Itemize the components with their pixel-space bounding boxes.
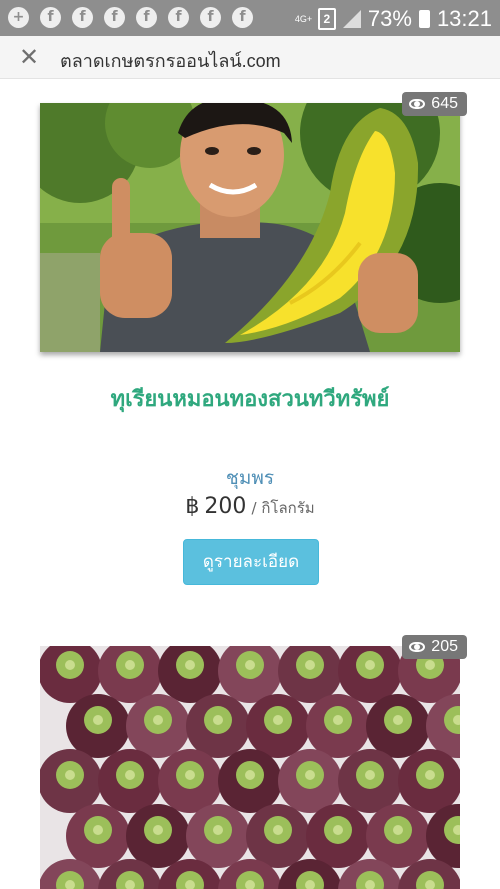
durian-photo: [40, 103, 460, 352]
eye-icon: [409, 642, 426, 652]
url-text[interactable]: ตลาดเกษตรกรออนไลน์.com: [60, 46, 281, 75]
price-value: 200: [204, 494, 247, 519]
product-price: ฿ 200 / กิโลกรัม: [0, 494, 500, 520]
battery-percent: 73%: [367, 6, 412, 31]
clock: 13:21: [436, 6, 492, 31]
product-title[interactable]: ทุเรียนหมอนทองสวนทวีทรัพย์: [0, 381, 500, 416]
signal-icon: [342, 10, 361, 28]
close-icon[interactable]: ✕: [16, 44, 42, 70]
notification-icons: + f f f f f f f: [8, 7, 253, 28]
facebook-icon: f: [232, 7, 253, 28]
mangosteen-photo: [40, 646, 460, 889]
product-image-durian[interactable]: [40, 103, 460, 352]
view-count-badge: 645: [402, 92, 467, 116]
browser-toolbar: ✕ ตลาดเกษตรกรออนไลน์.com: [0, 36, 500, 79]
status-bar: + f f f f f f f 4G+ 2 73% 13:21: [0, 0, 500, 36]
view-count: 645: [431, 95, 458, 112]
facebook-icon: f: [72, 7, 93, 28]
product-image-mangosteen[interactable]: [40, 646, 460, 889]
facebook-icon: f: [200, 7, 221, 28]
status-indicators: 4G+ 2 73% 13:21: [295, 6, 492, 32]
network-type: 4G+: [294, 13, 313, 24]
view-details-button[interactable]: ดูรายละเอียด: [183, 539, 319, 585]
view-count: 205: [431, 638, 458, 655]
facebook-icon: f: [104, 7, 125, 28]
battery-icon: [418, 10, 430, 28]
price-currency: ฿: [185, 494, 200, 519]
sim-icon: 2: [317, 8, 336, 30]
product-seller-location[interactable]: ชุมพร: [0, 463, 500, 493]
facebook-icon: f: [40, 7, 61, 28]
facebook-icon: f: [168, 7, 189, 28]
eye-icon: [409, 99, 426, 109]
facebook-icon: f: [136, 7, 157, 28]
messenger-icon: +: [8, 7, 29, 28]
price-unit: / กิโลกรัม: [251, 499, 315, 517]
view-count-badge: 205: [402, 635, 467, 659]
